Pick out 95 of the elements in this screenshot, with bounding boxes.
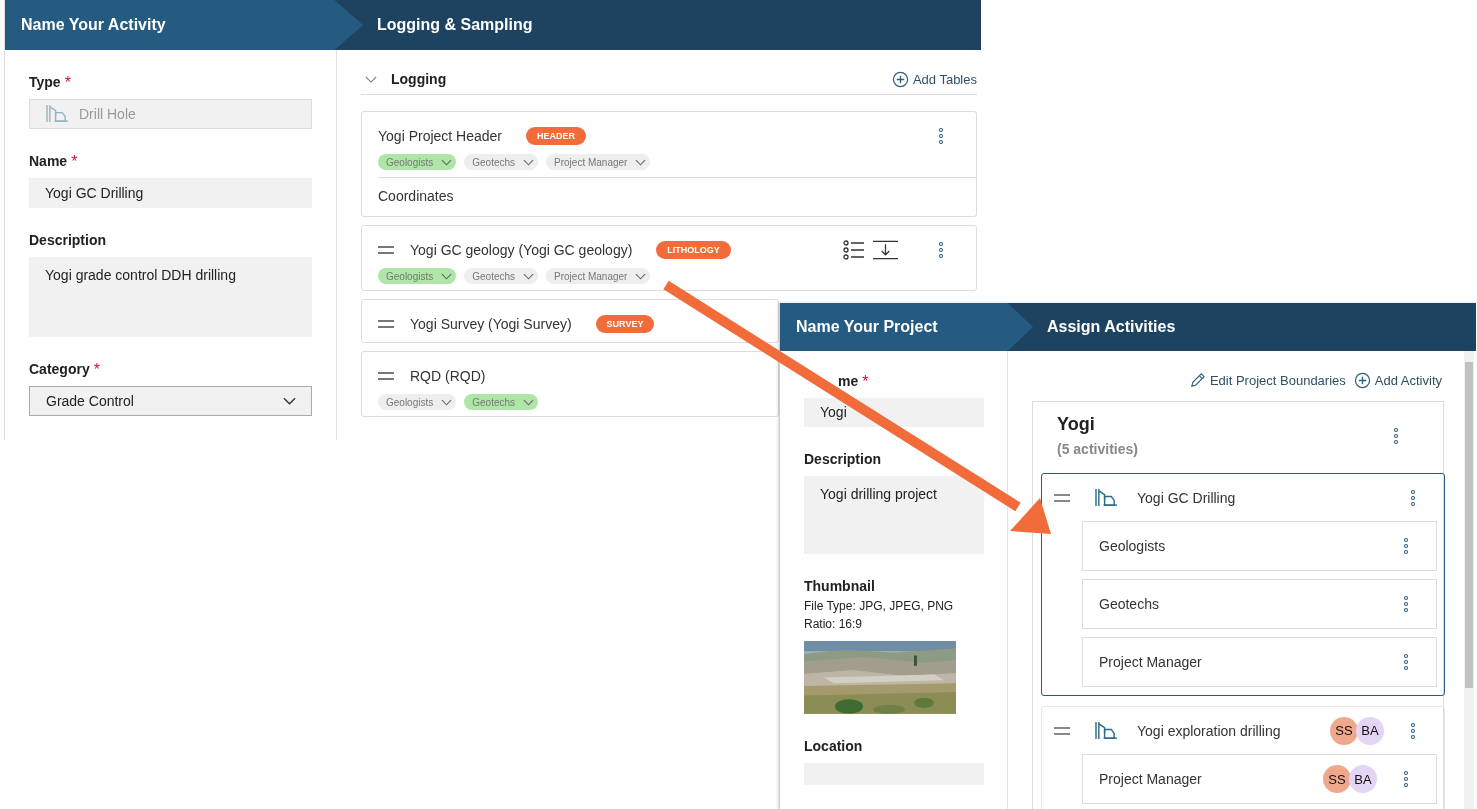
role-name: Project Manager	[1099, 654, 1202, 670]
chevron-down-icon	[441, 158, 453, 166]
more-options-icon[interactable]	[1410, 721, 1416, 740]
field-label: Name	[29, 152, 68, 169]
role-row[interactable]: Project Manager	[1082, 637, 1437, 687]
category-select[interactable]: Grade Control	[29, 386, 312, 416]
role-chip[interactable]: Geologists	[378, 394, 457, 410]
user-avatar[interactable]: SS	[1323, 765, 1351, 793]
activity-name: Yogi GC Drilling	[1137, 489, 1236, 506]
ratio-hint: Ratio: 16:9	[804, 616, 864, 631]
table-type-badge: SURVEY	[595, 315, 655, 333]
project-name: Yogi	[1057, 414, 1096, 435]
wizard-step[interactable]: Logging & Sampling	[363, 0, 533, 50]
role-chip[interactable]: Geotechs	[464, 268, 539, 284]
role-row[interactable]: Geologists	[1082, 521, 1437, 571]
section-title: Logging	[391, 71, 447, 87]
chevron-down-icon	[441, 398, 453, 406]
table-title: RQD (RQD)	[410, 368, 486, 384]
chevron-down-icon	[523, 398, 535, 406]
table-title: Yogi Project Header	[378, 128, 502, 144]
more-options-icon[interactable]	[1403, 595, 1409, 613]
table-card[interactable]: Yogi GC geology (Yogi GC geology) LITHOLOGY Geologists Geotechs Project Manager	[361, 225, 977, 291]
more-options-icon[interactable]	[1393, 426, 1399, 445]
table-card[interactable]: Yogi Survey (Yogi Survey) SURVEY	[361, 299, 779, 343]
role-name: Geotechs	[1099, 596, 1159, 612]
list-icon[interactable]	[843, 240, 865, 260]
file-type-hint: File Type: JPG, JPEG, PNG	[804, 598, 955, 613]
activity-card[interactable]: Yogi exploration drilling SS BA Project Manager SS BA	[1041, 706, 1445, 809]
required-mark: *	[93, 361, 100, 380]
role-chip[interactable]: Project Manager	[546, 268, 651, 284]
required-mark: *	[862, 373, 869, 391]
table-type-badge: HEADER	[526, 127, 587, 145]
field-label: me	[838, 373, 859, 389]
user-avatar[interactable]: BA	[1349, 765, 1377, 793]
scrollbar[interactable]	[1464, 351, 1474, 809]
user-avatar[interactable]: BA	[1356, 716, 1384, 745]
more-options-icon[interactable]	[938, 241, 944, 259]
chevron-down-icon	[441, 272, 453, 280]
table-card[interactable]: RQD (RQD) Geologists Geotechs	[361, 351, 779, 417]
field-label: Description	[29, 231, 106, 248]
wizard-step[interactable]: Assign Activities	[1033, 303, 1176, 351]
more-options-icon[interactable]	[1403, 537, 1409, 555]
required-mark: *	[64, 74, 71, 92]
description-field[interactable]: Yogi drilling project	[804, 475, 984, 554]
more-options-icon[interactable]	[1403, 653, 1409, 671]
wizard-step[interactable]: Name Your Activity	[5, 0, 363, 50]
field-label: Category	[29, 361, 90, 378]
name-field[interactable]: Yogi GC Drilling	[29, 177, 312, 208]
chevron-down-icon	[523, 158, 535, 166]
edit-boundaries-link[interactable]: Edit Project Boundaries	[1188, 371, 1346, 389]
more-options-icon[interactable]	[1410, 488, 1416, 507]
drill-rig-icon	[1094, 487, 1119, 508]
name-field[interactable]: Yogi	[804, 398, 984, 427]
chevron-down-icon	[635, 272, 647, 280]
role-row[interactable]: Geotechs	[1082, 579, 1437, 629]
required-mark: *	[71, 152, 78, 171]
wizard-step[interactable]: Name Your Project	[780, 303, 1033, 351]
role-chip[interactable]: Project Manager	[546, 154, 651, 170]
activity-card[interactable]: Yogi GC Drilling Geologists Geotechs Project Manager	[1041, 473, 1445, 696]
chevron-down-icon	[283, 397, 296, 406]
field-label: Description	[804, 450, 881, 467]
activity-name: Yogi exploration drilling	[1137, 722, 1281, 739]
chevron-down-icon	[635, 158, 647, 166]
add-tables-link[interactable]: Add Tables	[891, 70, 977, 88]
drag-handle-icon[interactable]	[1054, 493, 1070, 502]
field-label: Type	[29, 74, 61, 90]
more-options-icon[interactable]	[1403, 770, 1409, 788]
activity-count: (5 activities)	[1057, 441, 1138, 457]
field-label: Location	[804, 737, 864, 754]
field-label: Thumbnail	[804, 577, 876, 594]
role-row[interactable]: Project Manager SS BA	[1082, 754, 1437, 804]
table-type-badge: LITHOLOGY	[656, 241, 731, 259]
add-icon	[1353, 371, 1371, 389]
table-title: Yogi GC geology (Yogi GC geology)	[410, 242, 633, 258]
table-card[interactable]: Yogi Project Header HEADER Geologists Geotechs Project Manager Coordinates	[361, 111, 977, 217]
import-icon[interactable]	[873, 240, 898, 260]
user-avatar[interactable]: SS	[1330, 716, 1358, 745]
table-column: Coordinates	[378, 177, 976, 210]
role-name: Geologists	[1099, 538, 1166, 554]
drill-rig-icon	[45, 103, 70, 125]
add-icon	[891, 70, 909, 88]
table-title: Yogi Survey (Yogi Survey)	[410, 316, 572, 332]
drag-handle-icon[interactable]	[378, 372, 394, 380]
role-chip[interactable]: Geotechs	[464, 154, 539, 170]
role-name: Project Manager	[1099, 771, 1202, 787]
chevron-down-icon	[523, 272, 535, 280]
drag-handle-icon[interactable]	[378, 320, 394, 328]
description-field[interactable]: Yogi grade control DDH drilling	[29, 256, 312, 338]
drill-rig-icon	[1094, 720, 1119, 741]
chevron-down-icon[interactable]	[365, 75, 377, 83]
pencil-icon	[1188, 371, 1206, 389]
more-options-icon[interactable]	[938, 127, 944, 145]
add-activity-link[interactable]: Add Activity	[1353, 371, 1442, 389]
drag-handle-icon[interactable]	[378, 246, 394, 254]
drag-handle-icon[interactable]	[1054, 726, 1070, 735]
